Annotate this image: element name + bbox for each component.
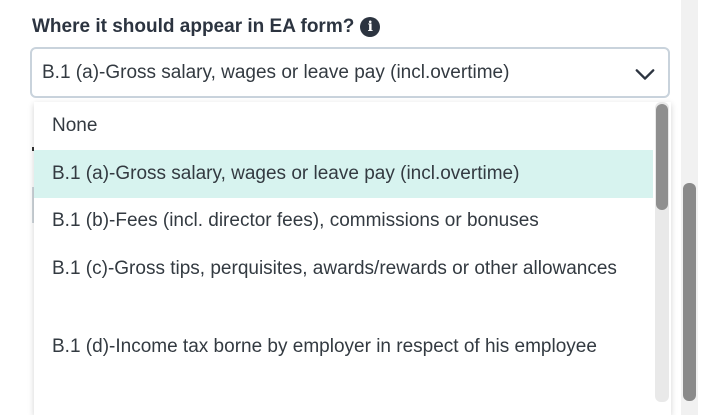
field-label: Where it should appear in EA form?: [32, 16, 355, 37]
page-scrollbar-thumb[interactable]: [683, 183, 696, 401]
ea-form-select[interactable]: B.1 (a)-Gross salary, wages or leave pay…: [30, 47, 670, 98]
option-b1-c[interactable]: B.1 (c)-Gross tips, perquisites, awards/…: [34, 254, 653, 284]
dropdown-scrollbar-thumb[interactable]: [656, 104, 668, 210]
option-label: B.1 (a)-Gross salary, wages or leave pay…: [52, 163, 520, 184]
chevron-down-icon[interactable]: [634, 63, 656, 85]
dropdown-menu: None B.1 (a)-Gross salary, wages or leav…: [34, 102, 671, 415]
field-label-row: Where it should appear in EA form? i: [32, 14, 381, 40]
option-b1-b[interactable]: B.1 (b)-Fees (incl. director fees), comm…: [34, 206, 653, 236]
select-value: B.1 (a)-Gross salary, wages or leave pay…: [42, 61, 510, 83]
option-b1-a[interactable]: B.1 (a)-Gross salary, wages or leave pay…: [34, 150, 653, 198]
option-none[interactable]: None: [34, 111, 653, 141]
info-icon[interactable]: i: [360, 17, 381, 37]
option-b1-d[interactable]: B.1 (d)-Income tax borne by employer in …: [34, 332, 653, 362]
